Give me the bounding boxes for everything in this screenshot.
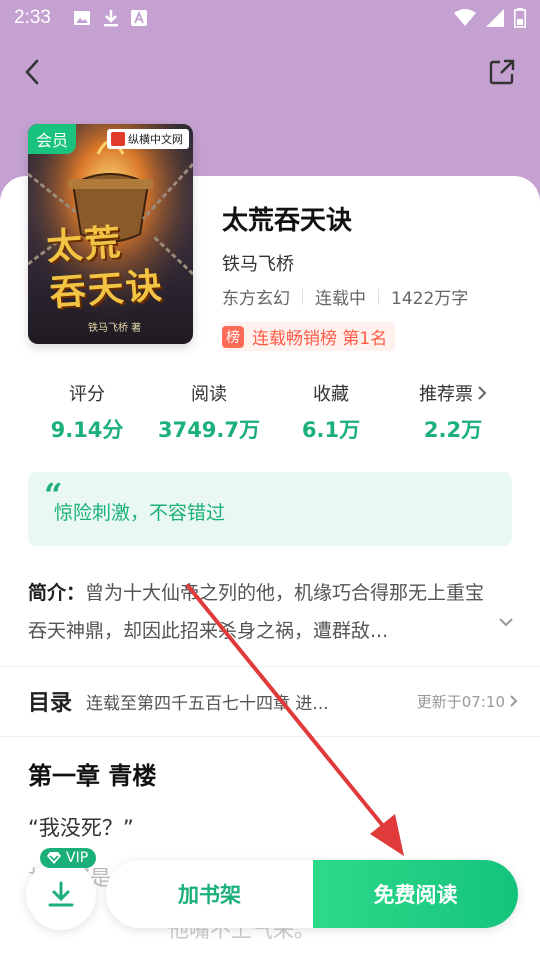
meta-divider bbox=[378, 288, 379, 305]
cover-author: 铁马飞桥 著 bbox=[88, 323, 142, 334]
vip-badge: VIP bbox=[40, 848, 97, 868]
book-word-count: 1422万字 bbox=[391, 289, 469, 309]
share-icon bbox=[489, 59, 515, 85]
rank-badge: 榜 bbox=[222, 325, 244, 348]
free-read-button[interactable]: 免费阅读 bbox=[313, 860, 518, 928]
add-to-shelf-button[interactable]: 加书架 bbox=[106, 860, 313, 928]
vip-heart-icon bbox=[47, 852, 61, 864]
system-icons bbox=[454, 8, 526, 28]
toc-title: 目录 bbox=[28, 691, 73, 716]
image-icon bbox=[73, 11, 90, 25]
signal-icon bbox=[486, 9, 504, 27]
stat-recommend-votes[interactable]: 推荐票 2.2万 bbox=[394, 380, 512, 444]
book-title: 太荒吞天诀 bbox=[222, 206, 353, 236]
cover-title: 太荒 吞天诀 bbox=[45, 216, 181, 317]
book-meta: 东方玄幻 连载中 1422万字 bbox=[222, 284, 468, 309]
chevron-right-icon bbox=[478, 386, 487, 400]
download-button[interactable] bbox=[26, 860, 96, 930]
status-time: 2:33 bbox=[14, 7, 51, 28]
stat-rating: 评分 9.14分 bbox=[28, 380, 146, 444]
stat-label: 收藏 bbox=[313, 384, 349, 405]
top-nav bbox=[0, 44, 540, 100]
book-genre: 东方玄幻 bbox=[222, 289, 290, 309]
chapter-title: 第一章 青楼 bbox=[28, 762, 157, 790]
intro-label: 简介： bbox=[28, 582, 86, 604]
stat-value: 2.2万 bbox=[423, 418, 483, 442]
divider bbox=[0, 736, 540, 737]
cover-title-line2: 吞天诀 bbox=[48, 264, 165, 315]
intro-text: 曾为十大仙帝之列的他，机缘巧合得那无上重宝吞天神鼎，却因此招来杀身之祸，遭群敌.… bbox=[28, 582, 485, 642]
share-button[interactable] bbox=[484, 54, 520, 90]
book-status: 连载中 bbox=[315, 289, 366, 309]
stat-label: 阅读 bbox=[191, 384, 227, 405]
back-button[interactable] bbox=[14, 54, 50, 90]
toc-update-text: 更新于07:10 bbox=[416, 692, 505, 711]
chevron-right-icon bbox=[510, 695, 518, 707]
stat-favorites: 收藏 6.1万 bbox=[272, 380, 390, 444]
vip-label: VIP bbox=[66, 850, 89, 866]
book-author[interactable]: 铁马飞桥 bbox=[222, 250, 294, 276]
stat-reads: 阅读 3749.7万 bbox=[150, 380, 268, 444]
quote-text: 惊险刺激，不容错过 bbox=[54, 502, 226, 524]
editor-quote: “ 惊险刺激，不容错过 bbox=[28, 472, 512, 546]
status-bar: 2:33 bbox=[0, 0, 540, 36]
stat-value: 6.1万 bbox=[301, 418, 361, 442]
font-icon bbox=[130, 10, 147, 26]
action-bar: 加书架 免费阅读 bbox=[106, 860, 518, 928]
download-icon bbox=[103, 10, 118, 27]
chapter-text-line: “我没死？” bbox=[28, 816, 134, 840]
table-of-contents-row[interactable]: 目录 连载至第四千五百七十四章 进... 更新于07:10 bbox=[28, 684, 518, 718]
stat-value: 3749.7万 bbox=[157, 418, 261, 442]
rank-text: 连载畅销榜 第1名 bbox=[252, 329, 388, 349]
notification-icons bbox=[73, 9, 147, 27]
battery-icon bbox=[514, 8, 526, 28]
publisher-mark-icon bbox=[111, 132, 125, 146]
wifi-icon bbox=[454, 9, 476, 26]
chevron-left-icon bbox=[25, 59, 39, 85]
stat-value: 9.14分 bbox=[50, 418, 124, 442]
chevron-down-icon[interactable] bbox=[498, 616, 514, 628]
book-intro[interactable]: 简介：曾为十大仙帝之列的他，机缘巧合得那无上重宝吞天神鼎，却因此招来杀身之祸，遭… bbox=[28, 574, 498, 650]
stats-row: 评分 9.14分 阅读 3749.7万 收藏 6.1万 推荐票 2.2万 bbox=[28, 380, 512, 442]
publisher-logo: 纵横中文网 bbox=[107, 129, 189, 149]
stat-label: 推荐票 bbox=[419, 384, 473, 405]
divider bbox=[0, 666, 540, 667]
publisher-name: 纵横中文网 bbox=[128, 133, 183, 146]
stat-label: 评分 bbox=[69, 384, 105, 405]
download-icon bbox=[48, 881, 74, 907]
toc-update-time: 更新于07:10 bbox=[417, 691, 518, 712]
toc-latest-chapter: 连载至第四千五百七十四章 进... bbox=[86, 693, 329, 714]
rank-tag[interactable]: 榜 连载畅销榜 第1名 bbox=[222, 322, 396, 351]
stat-label-row: 推荐票 bbox=[394, 380, 512, 406]
meta-divider bbox=[302, 288, 303, 305]
book-cover[interactable]: 会员 纵横中文网 太荒 吞天诀 铁马飞桥 著 bbox=[28, 124, 193, 344]
member-badge: 会员 bbox=[28, 124, 77, 154]
